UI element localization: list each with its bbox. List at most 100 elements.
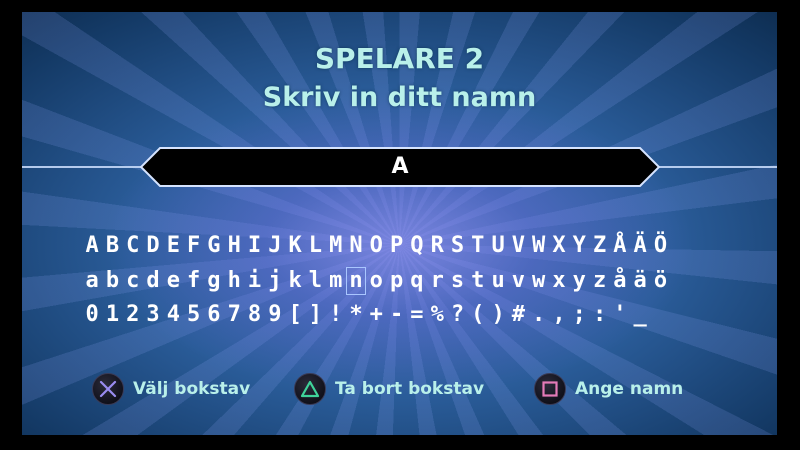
key-char[interactable]: 7 (224, 301, 244, 329)
key-char[interactable]: o (366, 267, 386, 295)
key-char[interactable]: I (244, 232, 264, 260)
key-char[interactable]: , (549, 301, 569, 329)
key-char[interactable]: 0 (82, 301, 102, 329)
key-char[interactable]: e (163, 267, 183, 295)
key-char[interactable]: 1 (102, 301, 122, 329)
key-char[interactable]: ) (488, 301, 508, 329)
key-char[interactable]: ! (326, 301, 346, 329)
key-char[interactable]: P (386, 232, 406, 260)
key-char[interactable]: h (224, 267, 244, 295)
key-char[interactable]: + (366, 301, 386, 329)
key-char[interactable]: v (508, 267, 528, 295)
key-char[interactable]: B (102, 232, 122, 260)
key-char[interactable]: 8 (244, 301, 264, 329)
key-char[interactable]: # (508, 301, 528, 329)
key-char[interactable]: ] (305, 301, 325, 329)
key-char[interactable]: U (488, 232, 508, 260)
key-char[interactable]: s (447, 267, 467, 295)
key-char[interactable]: r (427, 267, 447, 295)
key-char[interactable]: p (386, 267, 406, 295)
key-char[interactable]: F (183, 232, 203, 260)
key-char[interactable]: b (102, 267, 122, 295)
key-char[interactable]: g (204, 267, 224, 295)
key-char[interactable]: ä (630, 267, 650, 295)
key-char[interactable]: f (183, 267, 203, 295)
key-char[interactable]: ' (610, 301, 630, 329)
key-char[interactable]: W (529, 232, 549, 260)
key-char[interactable]: y (569, 267, 589, 295)
name-entry-bar[interactable]: A (140, 147, 660, 187)
control-delete-letter: Ta bort bokstav (294, 372, 484, 406)
key-char[interactable]: m (326, 267, 346, 295)
key-char[interactable]: K (285, 232, 305, 260)
name-prompt: Skriv in ditt namn (262, 82, 537, 113)
key-char[interactable]: t (468, 267, 488, 295)
key-char[interactable]: ? (447, 301, 467, 329)
key-char[interactable]: _ (630, 301, 650, 329)
key-char[interactable]: i (244, 267, 264, 295)
key-char[interactable]: 5 (183, 301, 203, 329)
key-char[interactable]: ö (650, 267, 670, 295)
key-char[interactable]: - (386, 301, 406, 329)
key-char[interactable]: Ä (630, 232, 650, 260)
key-char[interactable]: A (82, 232, 102, 260)
key-char[interactable]: S (447, 232, 467, 260)
key-char[interactable]: O (366, 232, 386, 260)
key-char[interactable]: V (508, 232, 528, 260)
key-char[interactable]: w (529, 267, 549, 295)
key-char[interactable]: q (407, 267, 427, 295)
key-char[interactable]: l (305, 267, 325, 295)
key-char[interactable]: z (589, 267, 609, 295)
key-char[interactable]: N (346, 232, 366, 260)
controls-legend: Välj bokstav Ta bort bokstav Ange namn (22, 372, 777, 406)
key-char[interactable]: M (326, 232, 346, 260)
key-char[interactable]: ( (468, 301, 488, 329)
keyboard-row-lowercase: abcdefghijklmnopqrstuvwxyzåäö (82, 267, 671, 297)
key-char[interactable]: : (589, 301, 609, 329)
key-char[interactable]: k (285, 267, 305, 295)
player-title: SPELARE 2 (314, 42, 485, 75)
key-char[interactable]: T (468, 232, 488, 260)
key-char[interactable]: j (265, 267, 285, 295)
key-char[interactable]: L (305, 232, 325, 260)
key-char[interactable]: u (488, 267, 508, 295)
key-char[interactable]: C (123, 232, 143, 260)
key-char[interactable]: R (427, 232, 447, 260)
key-char[interactable]: % (427, 301, 447, 329)
game-screen: SPELARE 2 Skriv in ditt namn A ABCDEFGHI… (22, 12, 777, 435)
key-char[interactable]: X (549, 232, 569, 260)
key-char[interactable]: x (549, 267, 569, 295)
key-char[interactable]: Ö (650, 232, 670, 260)
control-confirm-label: Ange namn (575, 379, 684, 399)
key-char[interactable]: Y (569, 232, 589, 260)
key-char[interactable]: . (529, 301, 549, 329)
keyboard-row-uppercase: ABCDEFGHIJKLMNOPQRSTUVWXYZÅÄÖ (82, 232, 671, 262)
name-entry-value: A (391, 154, 409, 179)
key-char[interactable]: [ (285, 301, 305, 329)
key-char[interactable]: å (610, 267, 630, 295)
key-char[interactable]: a (82, 267, 102, 295)
key-char-selected[interactable]: n (345, 267, 367, 295)
key-char[interactable]: Q (407, 232, 427, 260)
key-char[interactable]: * (346, 301, 366, 329)
key-char[interactable]: 3 (143, 301, 163, 329)
key-char[interactable]: c (123, 267, 143, 295)
key-char[interactable]: 2 (123, 301, 143, 329)
key-char[interactable]: H (224, 232, 244, 260)
key-char[interactable]: ; (569, 301, 589, 329)
control-select-letter: Välj bokstav (92, 372, 250, 406)
key-char[interactable]: E (163, 232, 183, 260)
key-char[interactable]: D (143, 232, 163, 260)
key-char[interactable]: J (265, 232, 285, 260)
control-select-label: Välj bokstav (133, 379, 251, 399)
cross-button-icon (92, 373, 124, 405)
key-char[interactable]: 9 (265, 301, 285, 329)
keyboard-row-symbols: 0 1 2 3 4 5 6 7 8 9[]! * + - =%?() #.,;: ' _ (82, 301, 650, 331)
key-char[interactable]: = (407, 301, 427, 329)
key-char[interactable]: Å (610, 232, 630, 260)
key-char[interactable]: d (143, 267, 163, 295)
key-char[interactable]: Z (589, 232, 609, 260)
key-char[interactable]: 6 (204, 301, 224, 329)
key-char[interactable]: G (204, 232, 224, 260)
key-char[interactable]: 4 (163, 301, 183, 329)
